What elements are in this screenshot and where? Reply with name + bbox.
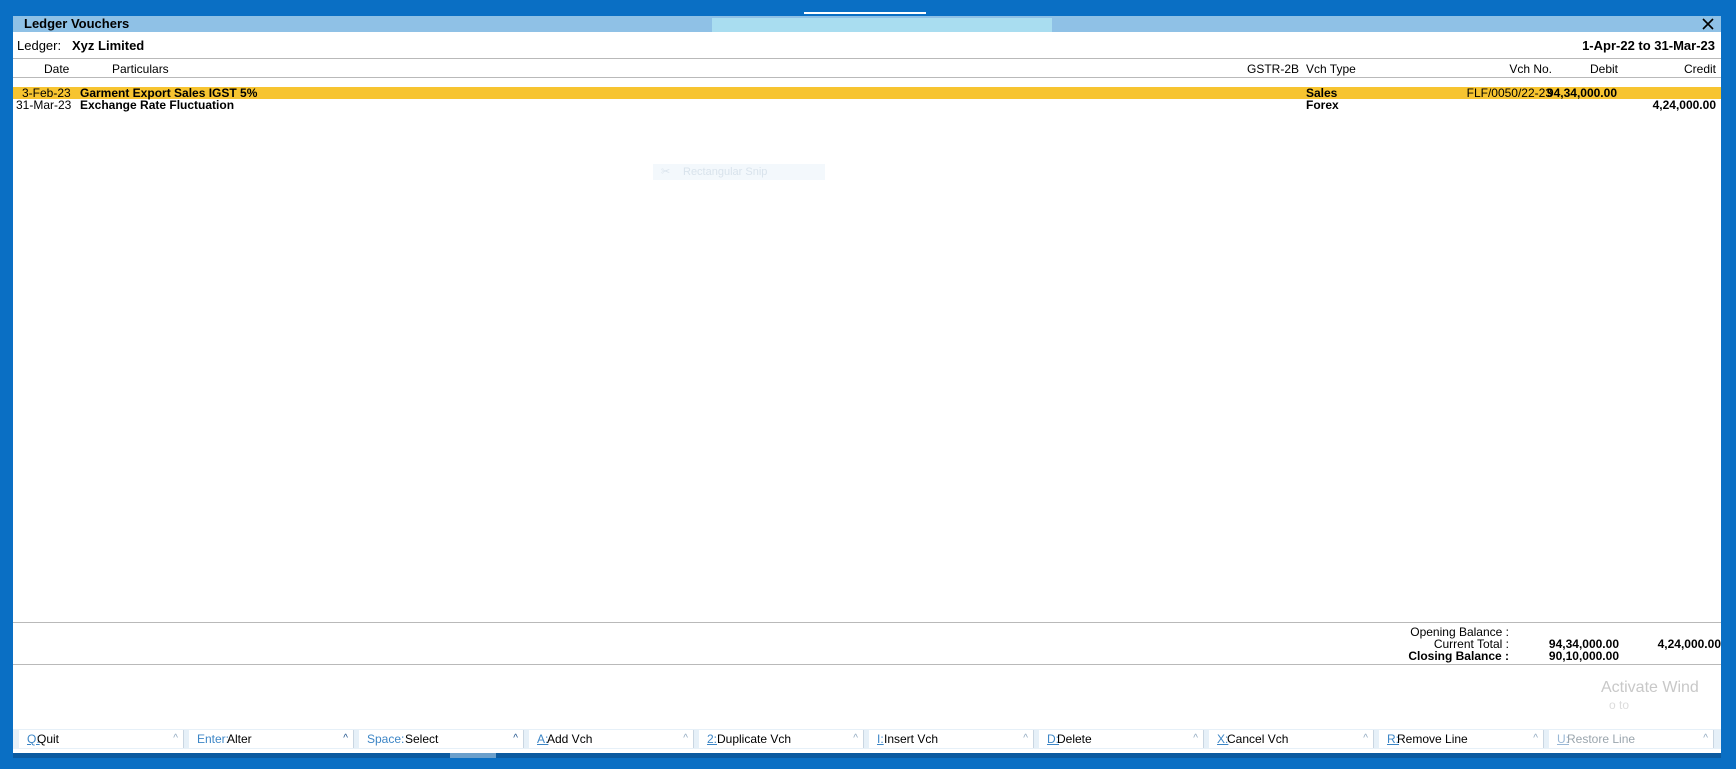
rectangular-snip-overlay: ✂ Rectangular Snip xyxy=(653,164,825,180)
button-key: Space: xyxy=(367,732,405,746)
title-bar: Ledger Vouchers xyxy=(13,16,1721,32)
button-label: Quit xyxy=(37,732,60,746)
button-label: Duplicate Vch xyxy=(717,732,792,746)
button-label: Delete xyxy=(1057,732,1092,746)
divider xyxy=(13,664,1721,665)
button-key: 2: xyxy=(707,732,718,746)
button-label: Alter xyxy=(227,732,252,746)
closing-balance-row: Closing Balance : 90,10,000.00 xyxy=(13,650,1721,662)
divider xyxy=(13,622,1721,623)
bottom-scrollbar[interactable] xyxy=(13,753,1721,758)
duplicate-vch-button[interactable]: 2: Duplicate Vch ^ xyxy=(699,730,864,748)
col-particulars: Particulars xyxy=(112,62,169,76)
button-label: Insert Vch xyxy=(884,732,939,746)
scrollbar-thumb[interactable] xyxy=(450,753,496,758)
caret-up-icon: ^ xyxy=(1703,733,1708,744)
delete-button[interactable]: D: Delete ^ xyxy=(1039,730,1204,748)
col-vch-type: Vch Type xyxy=(1306,62,1356,76)
button-label: Select xyxy=(405,732,439,746)
caret-up-icon: ^ xyxy=(173,733,178,744)
button-label: Add Vch xyxy=(547,732,593,746)
button-bar: Q: Quit ^ Enter: Alter ^ Space: Select ^… xyxy=(13,729,1721,749)
button-label: Remove Line xyxy=(1397,732,1468,746)
ledger-name: Xyz Limited xyxy=(72,38,145,53)
caret-up-icon: ^ xyxy=(683,733,688,744)
restore-line-button[interactable]: U: Restore Line ^ xyxy=(1549,730,1714,748)
alter-button[interactable]: Enter: Alter ^ xyxy=(189,730,354,748)
ledger-vouchers-window: Ledger Vouchers Ledger: Xyz Limited 1-Ap… xyxy=(13,16,1721,753)
ledger-info-row: Ledger: Xyz Limited 1-Apr-22 to 31-Mar-2… xyxy=(13,34,1721,58)
row-credit: 4,24,000.00 xyxy=(1652,98,1716,112)
button-label: Restore Line xyxy=(1567,732,1636,746)
insert-vch-button[interactable]: I: Insert Vch ^ xyxy=(869,730,1034,748)
button-label: Cancel Vch xyxy=(1227,732,1289,746)
table-row[interactable]: 31-Mar-23 Exchange Rate Fluctuation Fore… xyxy=(13,99,1721,111)
close-icon[interactable] xyxy=(1701,17,1715,31)
col-date: Date xyxy=(44,62,70,76)
window-title: Ledger Vouchers xyxy=(24,16,130,31)
row-date: 31-Mar-23 xyxy=(16,98,72,112)
caret-up-icon: ^ xyxy=(853,733,858,744)
row-vch-type: Forex xyxy=(1306,98,1339,112)
col-credit: Credit xyxy=(1683,62,1716,76)
current-total-credit: 4,24,000.00 xyxy=(1657,637,1721,651)
caret-up-icon: ^ xyxy=(1363,733,1368,744)
top-indicator-line xyxy=(804,12,926,14)
button-key: Enter: xyxy=(197,732,230,746)
caret-up-icon: ^ xyxy=(1533,733,1538,744)
col-gstr2b: GSTR-2B xyxy=(1247,62,1300,76)
caret-up-icon: ^ xyxy=(1193,733,1198,744)
cancel-vch-button[interactable]: X: Cancel Vch ^ xyxy=(1209,730,1374,748)
table-row[interactable]: 3-Feb-23 Garment Export Sales IGST 5% Sa… xyxy=(13,87,1721,99)
select-button[interactable]: Space: Select ^ xyxy=(359,730,524,748)
closing-balance-debit: 90,10,000.00 xyxy=(1548,649,1619,663)
remove-line-button[interactable]: R: Remove Line ^ xyxy=(1379,730,1544,748)
col-debit: Debit xyxy=(1589,62,1618,76)
caret-up-icon: ^ xyxy=(343,733,348,744)
row-particulars: Exchange Rate Fluctuation xyxy=(80,98,235,112)
title-bar-highlight xyxy=(712,18,1052,32)
activate-windows-watermark: Activate Wind xyxy=(1601,679,1699,696)
snip-label: Rectangular Snip xyxy=(683,166,768,178)
period-range[interactable]: 1-Apr-22 to 31-Mar-23 xyxy=(1582,34,1715,58)
add-vch-button[interactable]: A: Add Vch ^ xyxy=(529,730,694,748)
col-vch-no: Vch No. xyxy=(1509,62,1552,76)
ledger-label: Ledger: xyxy=(17,38,62,53)
row-vch-no: FLF/0050/22-23 xyxy=(1466,86,1552,100)
button-key: I: xyxy=(877,732,884,746)
closing-balance-label: Closing Balance : xyxy=(1408,649,1509,663)
totals-panel: Opening Balance : Current Total : 94,34,… xyxy=(13,626,1721,662)
column-headers: Date Particulars GSTR-2B Vch Type Vch No… xyxy=(13,62,1721,76)
quit-button[interactable]: Q: Quit ^ xyxy=(19,730,184,748)
activate-windows-watermark-sub: o to xyxy=(1609,698,1630,712)
divider xyxy=(13,58,1721,59)
row-debit: 94,34,000.00 xyxy=(1546,86,1617,100)
scissors-icon: ✂ xyxy=(661,166,671,178)
caret-up-icon: ^ xyxy=(1023,733,1028,744)
divider xyxy=(13,77,1721,78)
caret-up-icon: ^ xyxy=(513,733,518,744)
